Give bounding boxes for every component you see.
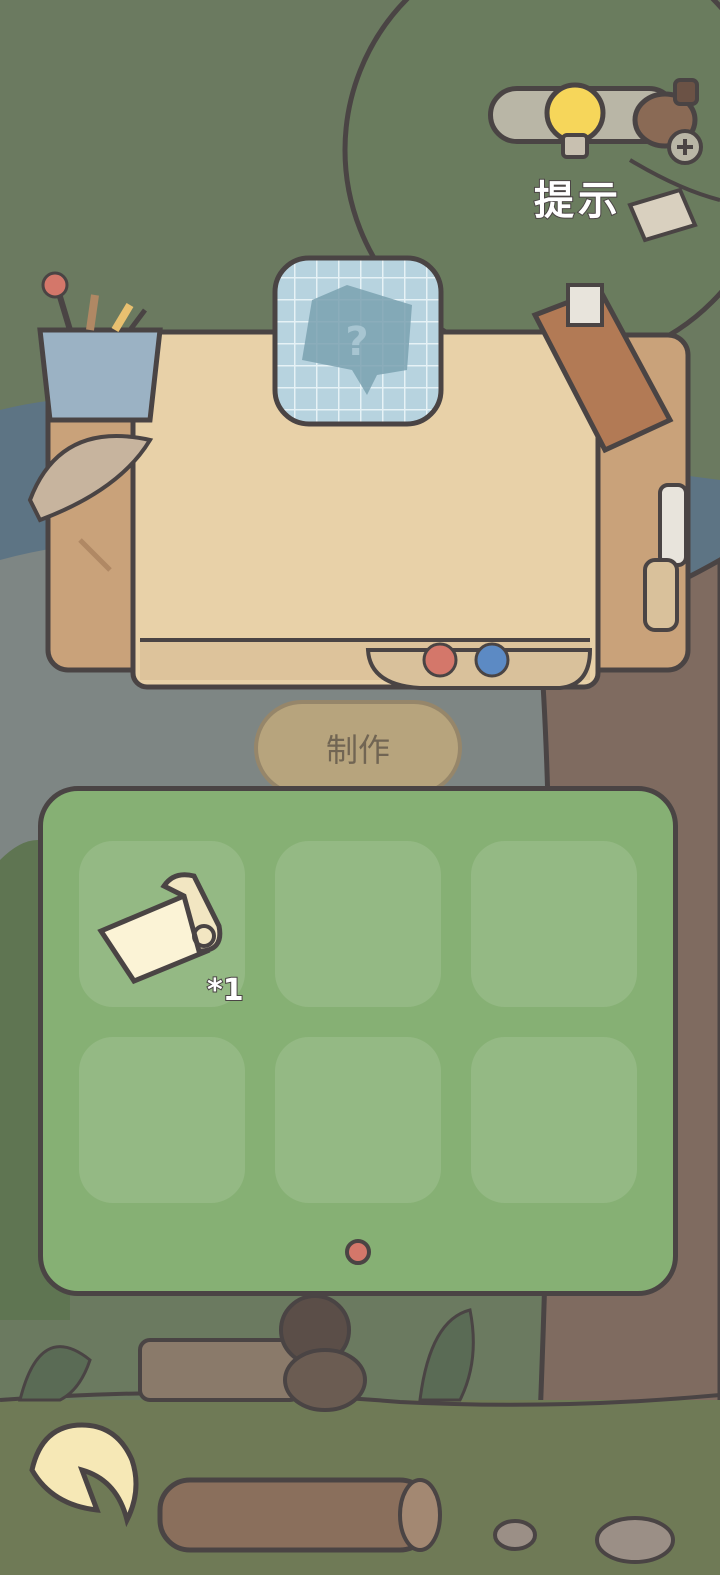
craft-button-label: 制作 bbox=[325, 731, 390, 769]
lightbulb-icon[interactable] bbox=[544, 82, 606, 159]
hint-controls bbox=[544, 78, 703, 165]
result-slot[interactable]: ? bbox=[272, 255, 444, 427]
hint-tag-icon bbox=[627, 187, 698, 243]
inventory-slot-6[interactable] bbox=[471, 1037, 637, 1203]
craft-button[interactable]: 制作 bbox=[254, 700, 462, 796]
unknown-glyph: ? bbox=[345, 319, 368, 365]
inventory-slot-2[interactable] bbox=[275, 841, 441, 1007]
inventory-slot-3[interactable] bbox=[471, 841, 637, 1007]
item-count: *1 bbox=[206, 972, 245, 1009]
hint-label[interactable]: 提示 bbox=[533, 168, 622, 226]
inventory-slot-1[interactable]: *1 bbox=[79, 841, 245, 1009]
back-arrow-icon[interactable] bbox=[22, 1410, 147, 1535]
workshop-scene: ? 提示 制作 *1 bbox=[0, 0, 720, 1575]
inventory-panel: *1 bbox=[38, 786, 678, 1296]
inventory-slot-4[interactable] bbox=[79, 1037, 245, 1203]
plus-icon[interactable] bbox=[667, 129, 703, 165]
page-indicator-dot[interactable] bbox=[345, 1239, 371, 1265]
inventory-slot-5[interactable] bbox=[275, 1037, 441, 1203]
